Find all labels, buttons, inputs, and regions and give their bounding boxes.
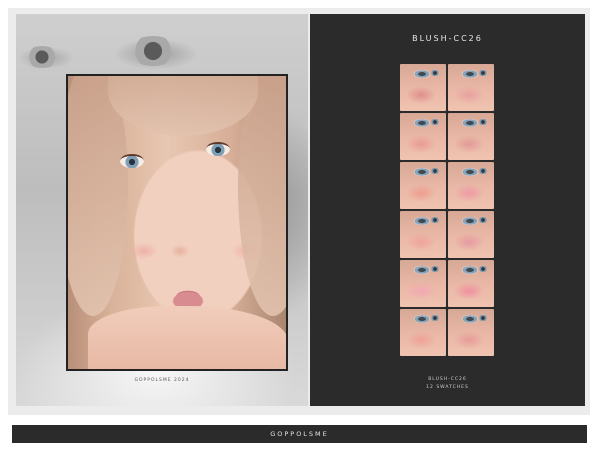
left-caption: GOPPOLSME 2024 — [134, 378, 190, 383]
swatch-thumbnail — [400, 64, 446, 111]
swatch-caption-count: 12 SWATCHES — [426, 385, 469, 390]
swatch-eye — [478, 70, 488, 76]
swatch-eye — [430, 168, 440, 174]
swatch-blush — [454, 233, 484, 251]
swatch-thumbnail — [400, 260, 446, 307]
swatch-caption-name: BLUSH-CC26 — [428, 377, 467, 382]
portrait-eye-left — [120, 154, 144, 168]
swatch-grid — [400, 64, 496, 356]
hair-bangs — [108, 76, 258, 136]
background-eye-right — [128, 36, 178, 66]
swatch-blush — [454, 331, 484, 349]
swatch-thumbnail — [400, 162, 446, 209]
swatch-blush — [406, 135, 436, 153]
swatch-eye — [478, 119, 488, 125]
swatch-panel: BLUSH-CC26 BLUSH-CC26 12 SWATCHES — [310, 14, 585, 406]
portrait-eye-right — [206, 142, 230, 156]
product-title: BLUSH-CC26 — [412, 34, 483, 43]
swatch-caption: BLUSH-CC26 12 SWATCHES — [310, 376, 585, 392]
swatch-eye — [430, 315, 440, 321]
swatch-blush — [454, 135, 484, 153]
background-eye-left — [24, 46, 60, 68]
swatch-thumbnail — [400, 211, 446, 258]
swatch-blush — [406, 282, 436, 300]
swatch-thumbnail — [448, 113, 494, 160]
portrait-image — [66, 74, 288, 371]
swatch-thumbnail — [448, 162, 494, 209]
swatch-eye — [478, 217, 488, 223]
swatch-thumbnail — [448, 211, 494, 258]
swatch-blush — [454, 282, 484, 300]
swatch-eye — [430, 119, 440, 125]
swatch-eye — [430, 266, 440, 272]
swatch-blush — [406, 233, 436, 251]
swatch-blush — [406, 86, 436, 104]
swatch-thumbnail — [400, 113, 446, 160]
footer-banner: GOPPOLSME — [12, 425, 587, 443]
swatch-thumbnail — [448, 309, 494, 356]
swatch-blush — [406, 184, 436, 202]
swatch-eye — [478, 266, 488, 272]
swatch-blush — [454, 86, 484, 104]
swatch-eye — [478, 315, 488, 321]
background-photo-panel: GOPPOLSME 2024 — [16, 14, 308, 406]
swatch-blush — [454, 184, 484, 202]
swatch-thumbnail — [400, 309, 446, 356]
swatch-thumbnail — [448, 260, 494, 307]
swatch-blush — [406, 331, 436, 349]
swatch-eye — [478, 168, 488, 174]
swatch-eye — [430, 217, 440, 223]
portrait-hand — [88, 306, 286, 369]
swatch-eye — [430, 70, 440, 76]
swatch-thumbnail — [448, 64, 494, 111]
